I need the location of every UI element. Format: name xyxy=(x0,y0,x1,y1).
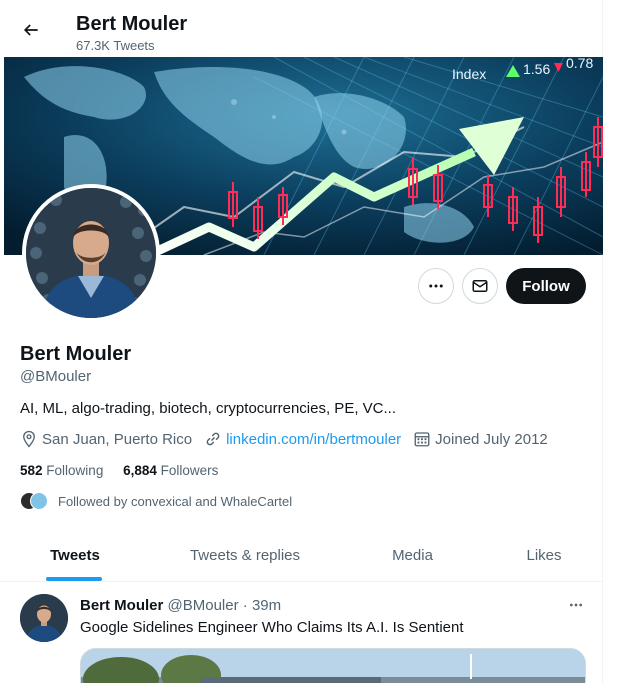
tab-tweets[interactable]: Tweets xyxy=(0,530,150,581)
profile-tabs: Tweets Tweets & replies Media Likes xyxy=(0,530,603,582)
website-item[interactable]: linkedin.com/in/bertmouler xyxy=(204,430,401,448)
following-label: Following xyxy=(46,463,104,478)
avatar-photo xyxy=(26,188,156,318)
more-options-button[interactable] xyxy=(418,268,454,304)
tab-label: Tweets xyxy=(50,547,100,564)
active-tab-indicator xyxy=(46,577,102,581)
tab-media[interactable]: Media xyxy=(340,530,485,581)
message-button[interactable] xyxy=(462,268,498,304)
location-item: San Juan, Puerto Rico xyxy=(20,430,192,448)
tab-label: Media xyxy=(392,547,433,564)
calendar-icon xyxy=(414,432,430,447)
arrow-left-icon xyxy=(23,24,38,36)
profile-page: Bert Mouler 67.3K Tweets Index 1.56 0.78… xyxy=(0,0,603,683)
tab-label: Tweets & replies xyxy=(189,547,301,564)
tab-label: Likes xyxy=(526,547,562,564)
website-link[interactable]: linkedin.com/in/bertmouler xyxy=(226,431,401,448)
banner-index-value-left: 1.56 xyxy=(523,61,550,77)
profile-handle: @BMouler xyxy=(20,368,92,385)
follow-counts: 582 Following 6,884 Followers xyxy=(20,463,234,478)
more-horizontal-icon xyxy=(570,603,582,607)
profile-header: Bert Mouler 67.3K Tweets xyxy=(0,4,603,57)
location-pin-icon xyxy=(23,430,35,448)
tab-likes[interactable]: Likes xyxy=(485,530,603,581)
banner-index-value-right: 0.78 xyxy=(566,57,593,71)
tweet-media[interactable] xyxy=(80,648,586,683)
envelope-icon xyxy=(472,280,488,292)
page-margin xyxy=(603,0,621,683)
profile-meta: San Juan, Puerto Rico linkedin.com/in/be… xyxy=(20,429,560,449)
header-title: Bert Mouler xyxy=(76,13,188,35)
followers-label: Followers xyxy=(160,463,219,478)
following-link[interactable]: 582 Following xyxy=(20,463,107,478)
tweet-media-image xyxy=(81,649,585,683)
followed-by[interactable]: Followed by convexical and WhaleCartel xyxy=(20,491,292,511)
tweet-header: Bert Mouler @BMouler · 39m xyxy=(80,597,281,614)
banner-index-label: Index xyxy=(452,66,486,82)
followers-count: 6,884 xyxy=(123,463,157,478)
tweet-handle[interactable]: @BMouler xyxy=(168,597,239,614)
header-tweet-count: 67.3K Tweets xyxy=(76,38,155,53)
following-count: 582 xyxy=(20,463,43,478)
profile-avatar[interactable] xyxy=(22,184,160,322)
tweet-avatar[interactable] xyxy=(20,594,68,642)
profile-name: Bert Mouler xyxy=(20,343,132,365)
tweet-separator: · xyxy=(242,597,248,614)
link-icon xyxy=(206,432,220,446)
joined-text: Joined July 2012 xyxy=(435,430,548,448)
location-text: San Juan, Puerto Rico xyxy=(42,430,193,448)
tweet-text: Google Sidelines Engineer Who Claims Its… xyxy=(80,619,464,636)
more-horizontal-icon xyxy=(429,284,443,288)
tweet-more-button[interactable] xyxy=(566,596,586,614)
followers-link[interactable]: 6,884 Followers xyxy=(123,463,218,478)
joined-item: Joined July 2012 xyxy=(413,430,548,448)
tab-tweets-replies[interactable]: Tweets & replies xyxy=(150,530,340,581)
back-button[interactable] xyxy=(13,12,49,48)
followed-by-text: Followed by convexical and WhaleCartel xyxy=(58,493,293,509)
follower-avatars xyxy=(20,492,48,510)
profile-bio: AI, ML, algo-trading, biotech, cryptocur… xyxy=(20,400,396,417)
follower-avatar xyxy=(30,492,48,510)
tweet-author[interactable]: Bert Mouler xyxy=(80,597,163,614)
tweet-time[interactable]: 39m xyxy=(252,597,281,614)
follow-button[interactable]: Follow xyxy=(506,268,586,304)
tweet-avatar-photo xyxy=(20,594,68,642)
